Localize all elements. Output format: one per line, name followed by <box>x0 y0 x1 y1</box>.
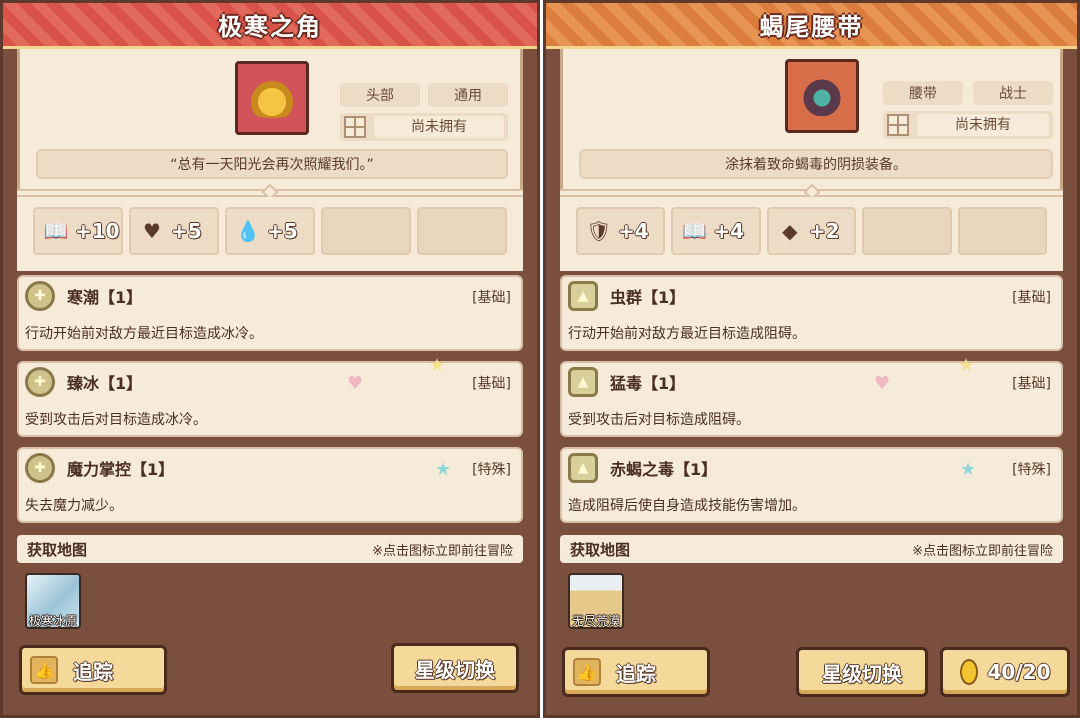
grid-icon <box>887 114 909 136</box>
map-section: 获取地图 ※点击图标立即前往冒险 极寒冰原 <box>17 535 523 635</box>
skill-description: 行动开始前对敌方最近目标造成阻碍。 <box>568 326 806 342</box>
bug-icon: ▲ <box>568 453 598 483</box>
item-belt-icon <box>785 59 859 133</box>
item-description: “总有一天阳光会再次照耀我们。” <box>36 149 508 179</box>
title-bar: 蝎尾腰带 <box>546 3 1077 49</box>
stat-slot: 📖 +4 <box>671 207 761 255</box>
shield-icon: 🛡 <box>586 219 612 243</box>
map-section: 获取地图 ※点击图标立即前往冒险 无尽荒漠 <box>560 535 1063 635</box>
stat-slot: ♥ +5 <box>129 207 219 255</box>
slot-tag: 头部 <box>340 83 420 107</box>
map-name: 极寒冰原 <box>28 614 77 628</box>
stat-row: 🛡 +4 📖 +4 ◆ +2 <box>560 197 1063 271</box>
book-icon: 📖 <box>43 219 69 243</box>
heart-icon: ♥ <box>874 373 891 394</box>
map-section-title: 获取地图 <box>27 540 88 559</box>
bug-icon: ▲ <box>568 281 598 311</box>
skill-type: [基础] <box>1012 376 1051 392</box>
ownership-status: 尚未拥有 <box>883 111 1053 139</box>
stat-slot-empty <box>862 207 952 255</box>
skill-type: [特殊] <box>1012 462 1051 478</box>
stat-slot: 📖 +10 <box>33 207 123 255</box>
skill-description: 受到攻击后对目标造成阻碍。 <box>568 412 750 428</box>
map-tile[interactable]: 极寒冰原 <box>25 573 81 629</box>
item-header-card: 腰带 战士 尚未拥有 涂抹着致命蝎毒的阴损装备。 <box>560 49 1063 189</box>
cross-icon: ✚ <box>25 281 55 311</box>
stat-slot-empty <box>417 207 507 255</box>
star-switch-button[interactable]: 星级切换 <box>391 643 519 693</box>
skill-card[interactable]: ✚ 魔力掌控【1】 ★ [特殊] 失去魔力减少。 <box>17 447 523 523</box>
ownership-text: 尚未拥有 <box>374 116 504 138</box>
skill-name: 虫群【1】 <box>610 288 686 307</box>
stat-slot: 🛡 +4 <box>576 207 666 255</box>
map-tile[interactable]: 无尽荒漠 <box>568 573 624 629</box>
skill-name: 猛毒【1】 <box>610 374 686 393</box>
skill-description: 受到攻击后对目标造成冰冷。 <box>25 412 207 428</box>
item-header-card: 头部 通用 尚未拥有 “总有一天阳光会再次照耀我们。” <box>17 49 523 189</box>
stat-row: 📖 +10 ♥ +5 💧 +5 <box>17 197 523 271</box>
stat-slot-empty <box>957 207 1048 255</box>
stone-icon: ◆ <box>782 219 798 243</box>
item-title: 蝎尾腰带 <box>759 13 864 41</box>
skill-description: 行动开始前对敌方最近目标造成冰冷。 <box>25 326 263 342</box>
coin-counter[interactable]: 40/20 <box>940 647 1070 697</box>
map-hint: ※点击图标立即前往冒险 <box>372 543 513 559</box>
cross-icon: ✚ <box>25 453 55 483</box>
skill-type: [基础] <box>472 290 511 306</box>
class-tag: 通用 <box>428 83 508 107</box>
map-section-title: 获取地图 <box>570 540 631 559</box>
slot-tag: 腰带 <box>883 81 963 105</box>
skill-name: 赤蝎之毒【1】 <box>610 460 718 479</box>
skill-name: 臻冰【1】 <box>67 374 143 393</box>
class-tag: 战士 <box>973 81 1053 105</box>
skill-card[interactable]: ▲ 虫群【1】 [基础] 行动开始前对敌方最近目标造成阻碍。 <box>560 275 1063 351</box>
grid-icon <box>344 116 366 138</box>
track-button[interactable]: 👍 追踪 <box>19 645 167 695</box>
coin-icon <box>959 659 978 685</box>
map-hint: ※点击图标立即前往冒险 <box>912 543 1053 559</box>
stat-slot: 💧 +5 <box>225 207 315 255</box>
water-drop-icon: 💧 <box>235 219 261 243</box>
item-title: 极寒之角 <box>218 13 322 41</box>
track-button[interactable]: 👍 追踪 <box>562 647 710 697</box>
star-switch-button[interactable]: 星级切换 <box>796 647 928 697</box>
skill-card[interactable]: ✚ 寒潮【1】 [基础] 行动开始前对敌方最近目标造成冰冷。 <box>17 275 523 351</box>
book-icon: 📖 <box>681 219 707 243</box>
title-bar: 极寒之角 <box>3 3 537 49</box>
skill-card[interactable]: ✚ 臻冰【1】 ♥ ★ [基础] 受到攻击后对目标造成冰冷。 <box>17 355 523 437</box>
skill-type: [基础] <box>472 376 511 392</box>
heart-icon: ♥ <box>347 373 364 394</box>
skill-name: 魔力掌控【1】 <box>67 460 175 479</box>
bug-icon: ▲ <box>568 367 598 397</box>
divider <box>17 183 523 201</box>
star-icon: ★ <box>958 355 975 376</box>
skill-name: 寒潮【1】 <box>67 288 143 307</box>
thumbs-up-icon: 👍 <box>573 658 601 686</box>
stat-slot: ◆ +2 <box>766 207 857 255</box>
skill-type: [特殊] <box>472 462 511 478</box>
skill-card[interactable]: ▲ 赤蝎之毒【1】 ★ [特殊] 造成阻碍后使自身造成技能伤害增加。 <box>560 447 1063 523</box>
thumbs-up-icon: 👍 <box>30 656 58 684</box>
item-panel-left: 极寒之角 头部 通用 尚未拥有 “总有一天阳光会再次照耀我们。” 📖 +10 ♥ +… <box>0 0 540 718</box>
skill-card[interactable]: ▲ 猛毒【1】 ♥ ★ [基础] 受到攻击后对目标造成阻碍。 <box>560 355 1063 437</box>
item-horn-icon <box>235 61 309 135</box>
ownership-text: 尚未拥有 <box>917 114 1049 136</box>
skill-description: 失去魔力减少。 <box>25 498 123 514</box>
item-panel-right: 蝎尾腰带 腰带 战士 尚未拥有 涂抹着致命蝎毒的阴损装备。 🛡 +4 📖 +4 ◆ +… <box>543 0 1080 718</box>
stat-slot-empty <box>321 207 411 255</box>
cross-icon: ✚ <box>25 367 55 397</box>
divider <box>560 183 1063 201</box>
ownership-status: 尚未拥有 <box>340 113 508 141</box>
skill-type: [基础] <box>1012 290 1051 306</box>
heart-icon: ♥ <box>143 219 161 243</box>
star-icon: ★ <box>960 459 977 480</box>
skill-description: 造成阻碍后使自身造成技能伤害增加。 <box>568 498 806 514</box>
map-name: 无尽荒漠 <box>571 614 620 628</box>
star-icon: ★ <box>429 355 446 376</box>
item-description: 涂抹着致命蝎毒的阴损装备。 <box>579 149 1053 179</box>
star-icon: ★ <box>435 459 452 480</box>
